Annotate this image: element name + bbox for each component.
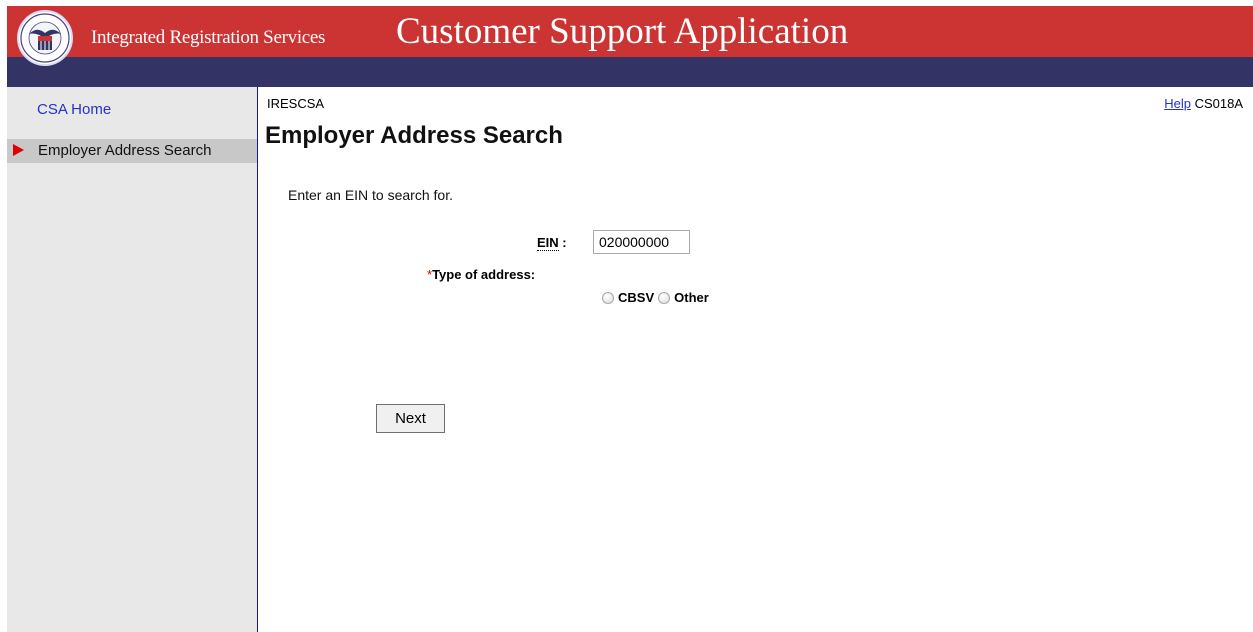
ein-label: EIN : [537, 235, 567, 251]
sidebar: CSA Home Employer Address Search [7, 87, 258, 632]
address-type-radio-group: CBSV Other [602, 290, 709, 305]
radio-other-label[interactable]: Other [674, 290, 709, 305]
app-title: Customer Support Application [396, 11, 849, 52]
active-arrow-icon [13, 144, 24, 156]
top-right-links: Help CS018A [1164, 96, 1243, 111]
app-frame: Integrated Registration Services Custome… [7, 6, 1253, 632]
main-content: IRESCSA Help CS018A Employer Address Sea… [259, 87, 1253, 632]
type-of-address-text: Type of address: [432, 267, 536, 282]
app-code: IRESCSA [267, 96, 325, 111]
screen-id: CS018A [1194, 96, 1243, 111]
radio-other[interactable] [658, 291, 671, 304]
help-link[interactable]: Help [1164, 96, 1191, 111]
ein-input[interactable] [593, 230, 690, 254]
next-button[interactable]: Next [376, 404, 445, 433]
instruction-text: Enter an EIN to search for. [288, 187, 453, 203]
sidebar-item-csa-home[interactable]: CSA Home [37, 101, 111, 118]
brand-name: Integrated Registration Services [91, 27, 326, 48]
sidebar-item-label: Employer Address Search [38, 142, 212, 159]
sidebar-item-employer-address-search[interactable]: Employer Address Search [7, 139, 257, 163]
ssa-seal-logo [17, 10, 73, 66]
radio-cbsv[interactable] [602, 291, 614, 304]
header-bar [7, 57, 1253, 87]
radio-cbsv-label[interactable]: CBSV [618, 290, 654, 305]
page-title: Employer Address Search [265, 122, 563, 149]
type-of-address-label: *Type of address: [427, 267, 535, 282]
ein-abbr: EIN [537, 235, 559, 251]
